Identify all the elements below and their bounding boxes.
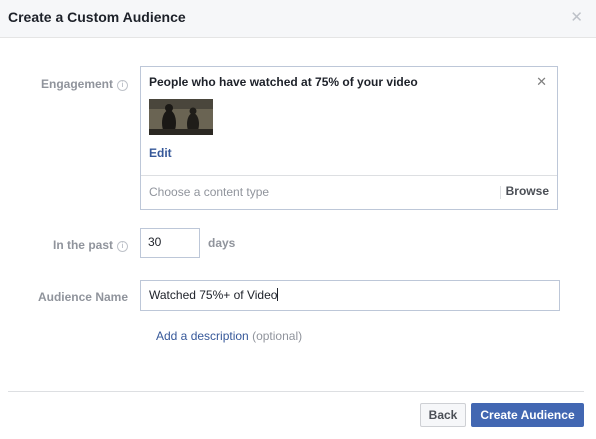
divider xyxy=(141,175,557,176)
optional-label: (optional) xyxy=(252,329,303,343)
back-button[interactable]: Back xyxy=(420,403,466,427)
divider xyxy=(500,186,501,199)
in-the-past-label: In the past xyxy=(52,238,113,252)
browse-button[interactable]: Browse xyxy=(506,184,549,198)
close-icon[interactable]: ✕ xyxy=(570,10,583,26)
audience-name-value: Watched 75%+ of Video xyxy=(149,288,278,302)
close-icon[interactable]: ✕ xyxy=(536,75,547,89)
content-type-input[interactable]: Choose a content type xyxy=(149,185,269,199)
create-audience-button[interactable]: Create Audience xyxy=(471,403,584,427)
edit-link[interactable]: Edit xyxy=(149,146,172,160)
info-icon[interactable]: i xyxy=(117,241,128,252)
add-description-row: Add a description (optional) xyxy=(156,329,302,343)
dialog-title: Create a Custom Audience xyxy=(8,9,186,25)
video-thumbnail-image xyxy=(149,99,213,135)
audience-name-label: Audience Name xyxy=(37,290,128,304)
days-unit-label: days xyxy=(208,236,236,250)
info-icon[interactable]: i xyxy=(117,80,128,91)
video-thumbnail xyxy=(149,99,213,135)
days-input[interactable]: 30 xyxy=(140,228,200,258)
add-description-link[interactable]: Add a description xyxy=(156,329,249,343)
audience-name-input[interactable]: Watched 75%+ of Video xyxy=(140,280,560,311)
text-caret xyxy=(277,288,279,301)
engagement-label-row: Engagement i xyxy=(20,77,128,91)
footer-divider xyxy=(8,391,584,392)
engagement-selection-title: People who have watched at 75% of your v… xyxy=(149,75,418,89)
engagement-label: Engagement xyxy=(40,77,113,91)
in-the-past-label-row: In the past i xyxy=(20,238,128,252)
engagement-selector: People who have watched at 75% of your v… xyxy=(140,66,558,210)
dialog-header: Create a Custom Audience ✕ xyxy=(0,0,596,38)
